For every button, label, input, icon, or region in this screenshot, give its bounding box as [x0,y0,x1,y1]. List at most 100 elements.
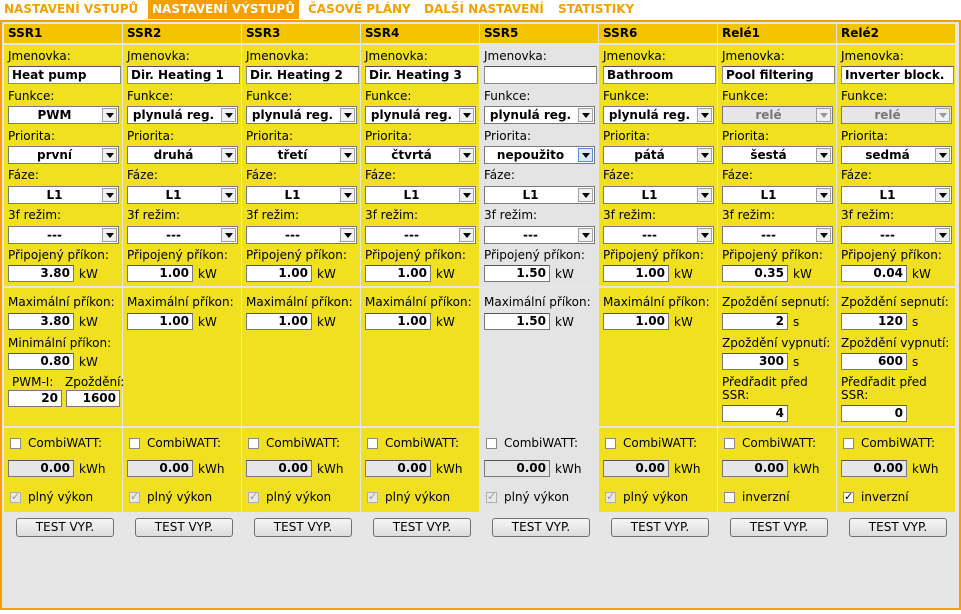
chevron-down-icon[interactable] [697,188,712,202]
three-phase-mode-select[interactable]: --- [127,226,238,244]
pwm-delay-input[interactable]: 1600 [66,390,120,407]
chevron-down-icon[interactable] [221,228,236,242]
combiwatt-checkbox[interactable] [605,438,616,449]
chevron-down-icon[interactable] [340,188,355,202]
three-phase-mode-select[interactable]: --- [246,226,357,244]
priority-select[interactable]: první [8,146,119,164]
chevron-down-icon[interactable] [578,228,593,242]
chevron-down-icon[interactable] [340,228,355,242]
max-power-input[interactable]: 1.00 [365,313,431,330]
priority-select[interactable]: nepoužito [484,146,595,164]
phase-select[interactable]: L1 [8,186,119,204]
three-phase-mode-select[interactable]: --- [484,226,595,244]
combiwatt-checkbox[interactable] [10,438,21,449]
combiwatt-checkbox[interactable] [486,438,497,449]
chevron-down-icon[interactable] [816,148,831,162]
preceding-ssr-input[interactable]: 4 [722,405,788,422]
priority-select[interactable]: druhá [127,146,238,164]
chevron-down-icon[interactable] [102,228,117,242]
chevron-down-icon[interactable] [816,188,831,202]
test-output-button[interactable]: TEST VYP. [135,518,233,537]
combiwatt-checkbox[interactable] [129,438,140,449]
priority-select[interactable]: pátá [603,146,714,164]
name-input[interactable]: Dir. Heating 1 [127,66,240,84]
function-select[interactable]: plynulá reg. [127,106,238,124]
tab-statistics[interactable]: STATISTIKY [554,0,639,19]
test-output-button[interactable]: TEST VYP. [611,518,709,537]
tab-time-plans[interactable]: ČASOVÉ PLÁNY [304,0,415,19]
pwm-i-input[interactable]: 20 [8,390,62,407]
chevron-down-icon[interactable] [221,188,236,202]
chevron-down-icon[interactable] [697,108,712,122]
priority-select[interactable]: šestá [722,146,833,164]
chevron-down-icon[interactable] [102,108,117,122]
phase-select[interactable]: L1 [603,186,714,204]
preceding-ssr-input[interactable]: 0 [841,405,907,422]
connected-power-input[interactable]: 0.35 [722,265,788,282]
chevron-down-icon[interactable] [697,148,712,162]
chevron-down-icon[interactable] [102,188,117,202]
function-select[interactable]: plynulá reg. [484,106,595,124]
chevron-down-icon[interactable] [221,148,236,162]
connected-power-input[interactable]: 1.00 [603,265,669,282]
function-select[interactable]: plynulá reg. [246,106,357,124]
inverse-checkbox[interactable] [843,490,854,503]
phase-select[interactable]: L1 [484,186,595,204]
connected-power-input[interactable]: 1.00 [127,265,193,282]
inverse-checkbox[interactable] [724,492,735,503]
tab-other-settings[interactable]: DALŠÍ NASTAVENÍ [420,0,548,19]
connected-power-input[interactable]: 3.80 [8,265,74,282]
max-power-input[interactable]: 1.00 [127,313,193,330]
priority-select[interactable]: čtvrtá [365,146,476,164]
max-power-input[interactable]: 3.80 [8,313,74,330]
min-power-input[interactable]: 0.80 [8,353,74,370]
chevron-down-icon[interactable] [340,148,355,162]
connected-power-input[interactable]: 1.00 [365,265,431,282]
phase-select[interactable]: L1 [365,186,476,204]
test-output-button[interactable]: TEST VYP. [492,518,590,537]
phase-select[interactable]: L1 [841,186,952,204]
priority-select[interactable]: třetí [246,146,357,164]
phase-select[interactable]: L1 [246,186,357,204]
function-select[interactable]: plynulá reg. [365,106,476,124]
chevron-down-icon[interactable] [459,228,474,242]
combiwatt-checkbox[interactable] [248,438,259,449]
name-input[interactable]: Bathroom [603,66,716,84]
connected-power-input[interactable]: 1.00 [246,265,312,282]
three-phase-mode-select[interactable]: --- [722,226,833,244]
name-input[interactable]: Dir. Heating 2 [246,66,359,84]
name-input[interactable]: Inverter block. [841,66,954,84]
name-input[interactable]: Pool filtering [722,66,835,84]
function-select[interactable]: plynulá reg. [603,106,714,124]
priority-select[interactable]: sedmá [841,146,952,164]
switch-off-delay-input[interactable]: 300 [722,353,788,370]
chevron-down-icon[interactable] [578,188,593,202]
three-phase-mode-select[interactable]: --- [841,226,952,244]
chevron-down-icon[interactable] [459,148,474,162]
max-power-input[interactable]: 1.00 [603,313,669,330]
test-output-button[interactable]: TEST VYP. [373,518,471,537]
connected-power-input[interactable]: 0.04 [841,265,907,282]
tab-outputs[interactable]: NASTAVENÍ VÝSTUPŮ [148,0,299,19]
combiwatt-checkbox[interactable] [367,438,378,449]
phase-select[interactable]: L1 [127,186,238,204]
test-output-button[interactable]: TEST VYP. [16,518,114,537]
switch-on-delay-input[interactable]: 2 [722,313,788,330]
chevron-down-icon[interactable] [935,228,950,242]
switch-on-delay-input[interactable]: 120 [841,313,907,330]
chevron-down-icon[interactable] [935,148,950,162]
function-select[interactable]: PWM [8,106,119,124]
three-phase-mode-select[interactable]: --- [603,226,714,244]
switch-off-delay-input[interactable]: 600 [841,353,907,370]
chevron-down-icon[interactable] [816,228,831,242]
chevron-down-icon[interactable] [459,188,474,202]
test-output-button[interactable]: TEST VYP. [849,518,947,537]
chevron-down-icon[interactable] [102,148,117,162]
chevron-down-icon[interactable] [221,108,236,122]
name-input[interactable] [484,66,597,84]
test-output-button[interactable]: TEST VYP. [730,518,828,537]
phase-select[interactable]: L1 [722,186,833,204]
chevron-down-icon[interactable] [578,148,593,162]
chevron-down-icon[interactable] [578,108,593,122]
tab-inputs[interactable]: NASTAVENÍ VSTUPŮ [0,0,143,19]
